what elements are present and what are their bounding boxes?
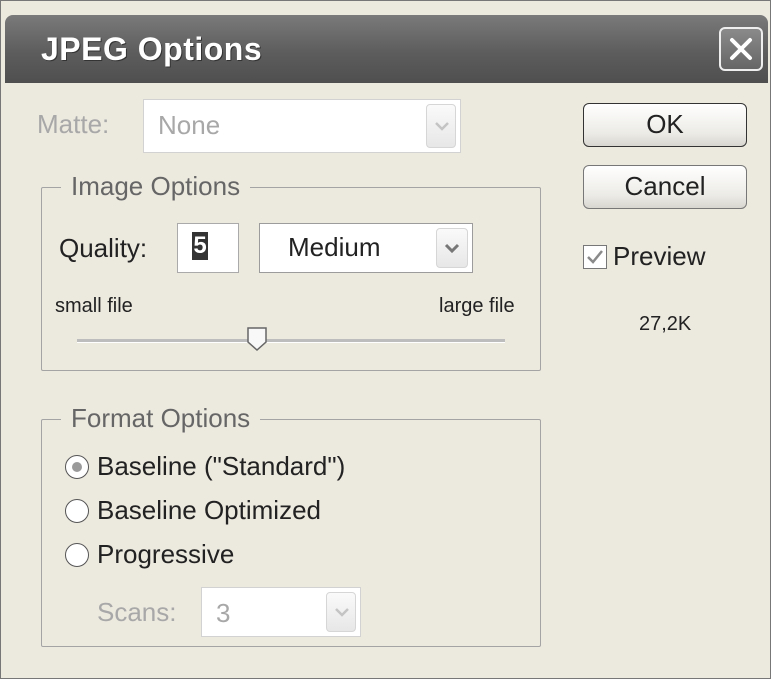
- scans-value: 3: [216, 598, 231, 628]
- radio-baseline-standard[interactable]: [65, 455, 89, 479]
- close-button[interactable]: [719, 27, 763, 71]
- matte-dropdown-arrow[interactable]: [426, 104, 456, 148]
- quality-slider-thumb[interactable]: [247, 327, 267, 351]
- scans-dropdown-arrow[interactable]: [326, 592, 356, 632]
- slider-min-label: small file: [55, 295, 133, 317]
- radio-progressive[interactable]: [65, 543, 89, 567]
- quality-label: Quality:: [59, 233, 148, 263]
- radio-baseline-optimized[interactable]: [65, 499, 89, 523]
- matte-select[interactable]: None: [143, 99, 461, 153]
- chevron-down-icon: [444, 243, 460, 253]
- image-options-title: Image Options: [61, 171, 251, 202]
- quality-preset-dropdown-arrow[interactable]: [436, 228, 468, 268]
- chevron-down-icon: [335, 608, 349, 617]
- scans-label: Scans:: [97, 597, 177, 627]
- image-options-group: [41, 187, 541, 371]
- format-options-title: Format Options: [61, 403, 261, 434]
- checkmark-icon: [587, 250, 603, 264]
- quality-input[interactable]: 5: [177, 223, 239, 273]
- quality-preset-value: Medium: [288, 232, 381, 262]
- radio-baseline-optimized-label: Baseline Optimized: [97, 495, 321, 525]
- radio-progressive-label: Progressive: [97, 539, 235, 569]
- close-icon: [730, 38, 752, 60]
- ok-button[interactable]: OK: [583, 103, 747, 147]
- quality-slider-track[interactable]: [77, 339, 505, 343]
- title-bar[interactable]: JPEG Options: [5, 15, 768, 83]
- chevron-down-icon: [435, 122, 449, 131]
- jpeg-options-dialog: JPEG Options Matte: None Image Options Q…: [0, 0, 771, 679]
- preview-file-size: 27,2K: [639, 313, 692, 335]
- quality-value: 5: [192, 232, 208, 260]
- matte-value: None: [158, 110, 221, 140]
- preview-checkbox[interactable]: [583, 245, 607, 269]
- scans-select[interactable]: 3: [201, 587, 361, 637]
- cancel-button[interactable]: Cancel: [583, 165, 747, 209]
- radio-baseline-standard-label: Baseline ("Standard"): [97, 451, 346, 481]
- preview-label: Preview: [613, 241, 706, 271]
- slider-max-label: large file: [439, 295, 515, 317]
- matte-label: Matte:: [37, 109, 110, 139]
- quality-preset-select[interactable]: Medium: [259, 223, 473, 273]
- dialog-title: JPEG Options: [41, 31, 263, 67]
